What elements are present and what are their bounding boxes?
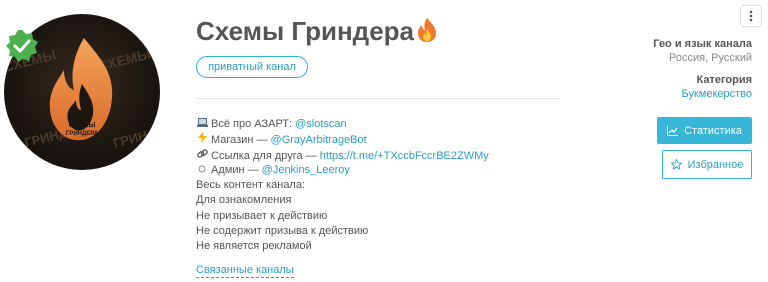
description-line: Не содержит призыва к действию xyxy=(196,225,369,238)
vertical-dots-icon xyxy=(749,10,753,22)
verified-badge-icon xyxy=(6,30,38,62)
description-line: Не является рекламой xyxy=(196,240,312,253)
invite-link[interactable]: https://t.me/+TXccbFccrBE2ZWMy xyxy=(320,150,489,162)
channel-title: Схемы Гриндера xyxy=(196,16,438,47)
channel-description: Всё про АЗАРТ: @slotscan Магазин — @Gray… xyxy=(196,117,489,255)
favorite-label: Избранное xyxy=(687,158,744,171)
channel-title-text: Схемы Гриндера xyxy=(196,16,414,46)
statistics-label: Статистика xyxy=(684,124,742,137)
svg-text:СХЕМЫ: СХЕМЫ xyxy=(69,122,96,129)
svg-text:ГРИНДЕРА: ГРИНДЕРА xyxy=(112,119,160,151)
circle-icon xyxy=(196,163,208,178)
description-line: Ссылка для друга — https://t.me/+TXccbFc… xyxy=(196,148,489,163)
more-options-button[interactable] xyxy=(740,5,762,27)
star-icon xyxy=(670,159,682,170)
category-label: Категория xyxy=(696,74,752,86)
chart-icon xyxy=(667,125,679,136)
link-icon xyxy=(196,148,208,164)
description-line: Магазин — @GrayArbitrageBot xyxy=(196,132,489,147)
favorite-button[interactable]: Избранное xyxy=(662,150,752,179)
fire-emoji-icon xyxy=(418,18,436,42)
svg-text:ГРИНДЕРА: ГРИНДЕРА xyxy=(66,131,99,137)
geo-value: Россия, Русский xyxy=(669,52,752,64)
lightning-icon xyxy=(196,132,208,148)
statistics-button[interactable]: Статистика xyxy=(657,117,752,144)
description-line: Админ — @Jenkins_Leeroy xyxy=(196,163,489,178)
geo-label: Гео и язык канала xyxy=(653,38,752,50)
description-line: Не призывает к действию xyxy=(196,209,328,222)
channel-avatar-wrapper: СХЕМЫ СХЕМЫ ГРИНДЕРА ГРИНДЕРА СХЕМЫ ГРИН… xyxy=(4,14,160,170)
laptop-icon xyxy=(196,117,208,132)
description-line: Весь контент канала: xyxy=(196,179,306,192)
category-info: Категория Букмекерство xyxy=(681,74,752,100)
category-value[interactable]: Букмекерство xyxy=(681,88,752,100)
admin-link[interactable]: @Jenkins_Leeroy xyxy=(262,164,350,176)
private-channel-badge: приватный канал xyxy=(196,56,308,78)
slotscan-link[interactable]: @slotscan xyxy=(295,118,347,130)
description-line: Для ознакомления xyxy=(196,194,292,207)
related-channels-link[interactable]: Связанные каналы xyxy=(196,264,294,278)
shop-bot-link[interactable]: @GrayArbitrageBot xyxy=(271,134,367,146)
divider xyxy=(196,98,560,99)
description-line: Всё про АЗАРТ: @slotscan xyxy=(196,117,489,132)
geo-language-info: Гео и язык канала Россия, Русский xyxy=(653,38,752,64)
